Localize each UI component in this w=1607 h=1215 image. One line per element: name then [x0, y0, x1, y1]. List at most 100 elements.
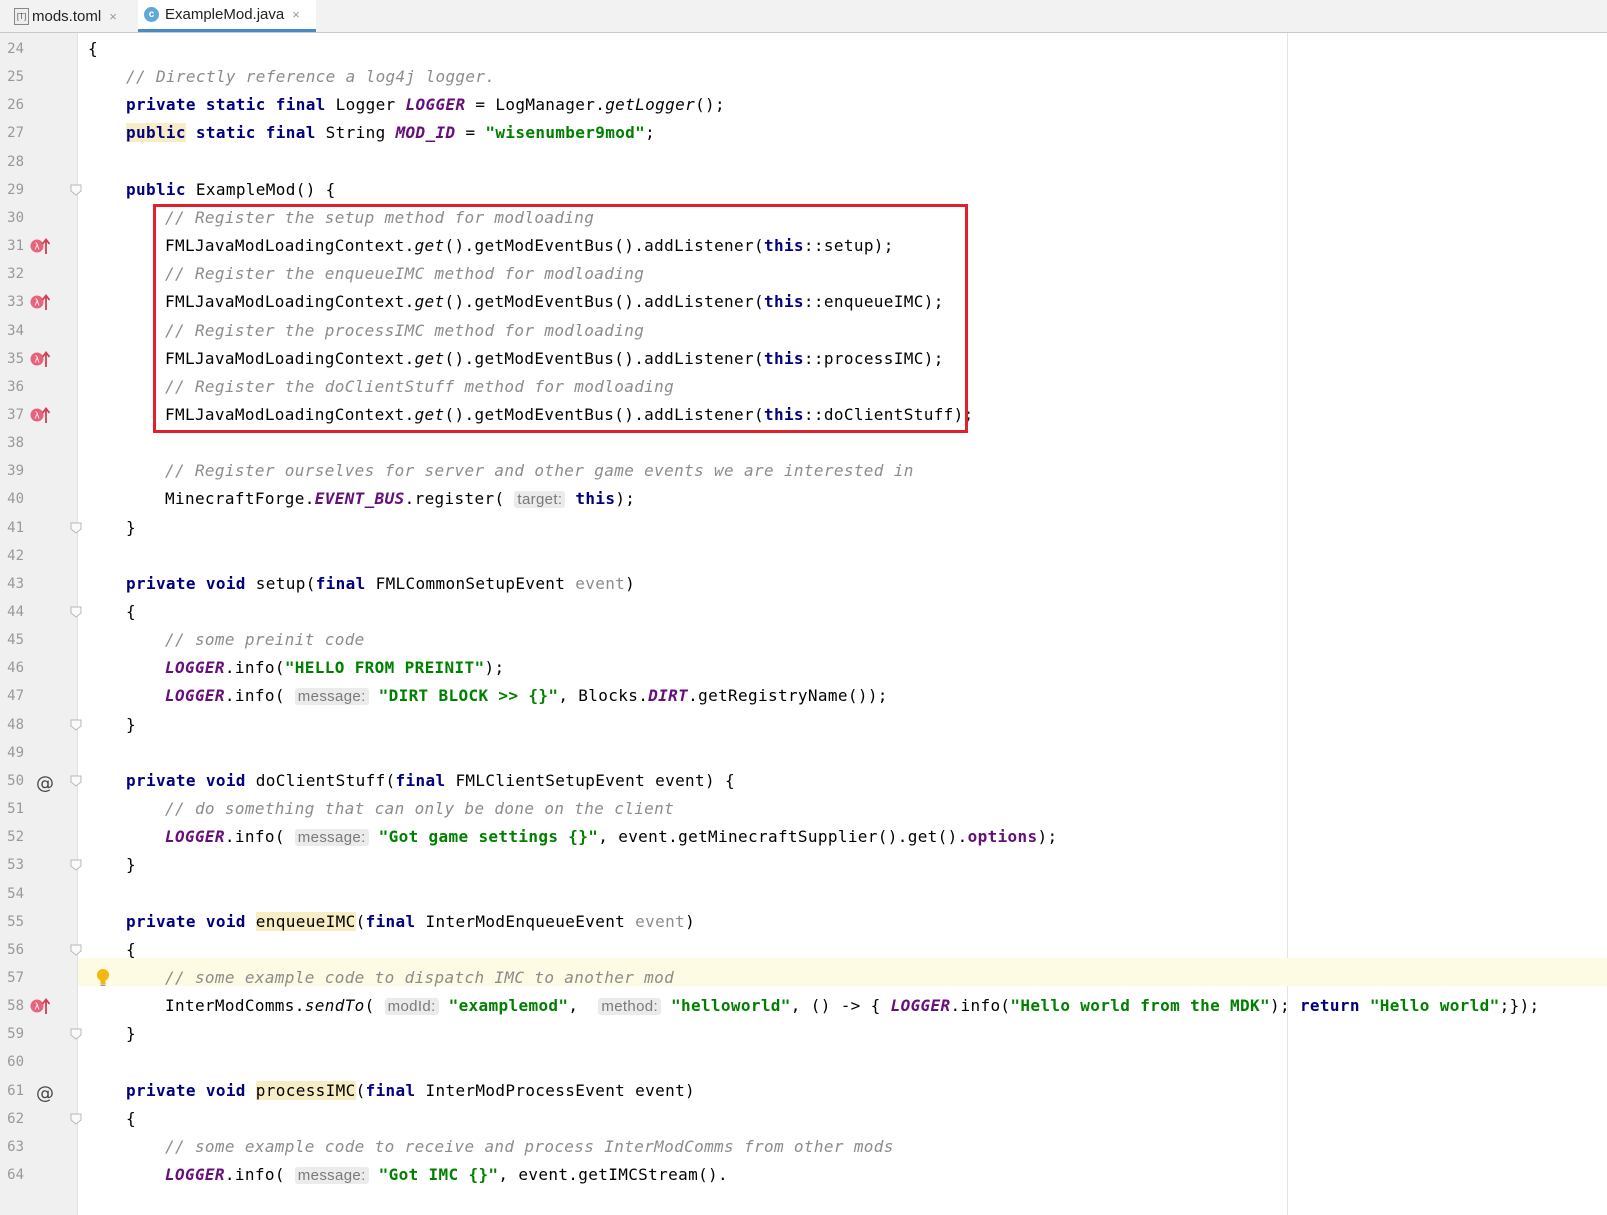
- code-line-49[interactable]: 49: [0, 739, 1607, 767]
- code-line-46[interactable]: 46 LOGGER.info("HELLO FROM PREINIT");: [0, 654, 1607, 682]
- code-line-63[interactable]: 63 // some example code to receive and pr…: [0, 1133, 1607, 1161]
- code-token: private void: [126, 573, 246, 593]
- code-token: }: [126, 714, 136, 734]
- fold-marker-icon[interactable]: [70, 1113, 82, 1125]
- code-line-62[interactable]: 62 {: [0, 1105, 1607, 1133]
- code-token: InterModEnqueueEvent: [415, 911, 636, 931]
- code-token: public: [126, 123, 186, 143]
- code-token: ): [685, 911, 696, 931]
- code-token: );: [1037, 827, 1058, 847]
- code-token: );: [484, 658, 505, 678]
- intention-bulb-icon[interactable]: [96, 968, 110, 988]
- code-token: "helloworld": [670, 996, 791, 1016]
- code-line-39[interactable]: 39 // Register ourselves for server and o…: [0, 457, 1607, 485]
- code-line-56[interactable]: 56 {: [0, 936, 1607, 964]
- code-line-64[interactable]: 64 LOGGER.info( message: "Got IMC {}", ev…: [0, 1161, 1607, 1189]
- code-line-58[interactable]: 58 λ InterModComms.sendTo( modId: "example…: [0, 992, 1607, 1020]
- code-line-54[interactable]: 54: [0, 880, 1607, 908]
- code-token: private void: [126, 770, 246, 790]
- code-line-43[interactable]: 43 private void setup(final FMLCommonSetu…: [0, 570, 1607, 598]
- line-number: 44: [7, 604, 24, 620]
- lambda-navigate-icon[interactable]: λ: [30, 350, 50, 368]
- code-line-48[interactable]: 48}: [0, 711, 1607, 739]
- lambda-navigate-icon[interactable]: λ: [30, 406, 50, 424]
- annotation-at-icon[interactable]: @: [36, 1080, 54, 1108]
- code-token: =: [455, 123, 486, 143]
- code-line-60[interactable]: 60: [0, 1048, 1607, 1076]
- code-line-50[interactable]: 50 @ private void doClientStuff(final FMLC…: [0, 767, 1607, 795]
- line-number: 39: [7, 463, 24, 480]
- code-token: , () -> {: [790, 996, 891, 1016]
- line-number: 62: [7, 1110, 24, 1127]
- code-text: // some example code to receive and proc…: [165, 1133, 894, 1161]
- line-number: 47: [7, 688, 24, 705]
- lambda-navigate-icon[interactable]: λ: [30, 997, 50, 1015]
- code-line-61[interactable]: 61 @ private void processIMC(final InterMo…: [0, 1077, 1607, 1105]
- fold-marker-icon[interactable]: [70, 775, 82, 787]
- code-line-57[interactable]: 57 // some example code to dispatch IMC t…: [0, 964, 1607, 992]
- fold-marker-icon[interactable]: [70, 944, 82, 956]
- close-icon[interactable]: ×: [109, 9, 117, 24]
- fold-marker-icon[interactable]: [70, 1028, 82, 1040]
- code-line-55[interactable]: 55 private void enqueueIMC(final InterMod…: [0, 908, 1607, 936]
- code-token: event: [635, 911, 686, 931]
- code-line-44[interactable]: 44 {: [0, 598, 1607, 626]
- code-text: private void setup(final FMLCommonSetupE…: [126, 570, 635, 598]
- code-token: , event.getMinecraftSupplier().get().: [598, 827, 968, 847]
- fold-marker-icon[interactable]: [70, 859, 82, 871]
- code-token: {: [126, 602, 136, 621]
- close-icon[interactable]: ×: [292, 7, 300, 22]
- line-number: 26: [7, 97, 24, 114]
- annotation-at-icon[interactable]: @: [36, 770, 54, 798]
- code-token: (: [355, 911, 366, 931]
- code-token: = LogManager.: [465, 95, 606, 115]
- code-line-27[interactable]: 27 public static final String MOD_ID = "w…: [0, 119, 1607, 147]
- tab-examplemod-java[interactable]: c ExampleMod.java ×: [138, 0, 316, 32]
- code-line-29[interactable]: 29 public ExampleMod() {: [0, 176, 1607, 204]
- code-token: .register(: [404, 489, 515, 509]
- line-number: 35: [7, 350, 24, 367]
- code-line-47[interactable]: 47 LOGGER.info( message: "DIRT BLOCK >> {…: [0, 682, 1607, 710]
- parameter-hint: message:: [294, 829, 369, 847]
- code-token: {: [126, 1108, 136, 1128]
- code-line-42[interactable]: 42: [0, 542, 1607, 570]
- code-token: .getRegistryName());: [688, 686, 888, 706]
- code-token: private void: [126, 1080, 246, 1100]
- code-line-53[interactable]: 53}: [0, 851, 1607, 879]
- java-class-icon: c: [144, 7, 159, 22]
- code-line-24[interactable]: 24 {: [0, 35, 1607, 63]
- fold-marker-icon[interactable]: [70, 719, 82, 731]
- code-text: public static final String MOD_ID = "wis…: [126, 119, 655, 147]
- fold-marker-icon[interactable]: [70, 184, 82, 196]
- line-number: 32: [7, 266, 24, 283]
- code-token: final: [395, 770, 446, 790]
- lambda-navigate-icon[interactable]: λ: [30, 237, 50, 255]
- code-token: .info(: [224, 686, 295, 706]
- code-text: // Register ourselves for server and oth…: [165, 457, 914, 485]
- code-line-40[interactable]: 40 MinecraftForge.EVENT_BUS.register( tar…: [0, 485, 1607, 513]
- code-text: InterModComms.sendTo( modId: "examplemod…: [165, 992, 1540, 1021]
- code-line-38[interactable]: 38: [0, 429, 1607, 457]
- code-line-41[interactable]: 41}: [0, 514, 1607, 542]
- code-text: // Directly reference a log4j logger.: [126, 63, 495, 91]
- code-token: String: [315, 123, 396, 143]
- code-line-45[interactable]: 45 // some preinit code: [0, 626, 1607, 654]
- code-text: LOGGER.info( message: "DIRT BLOCK >> {}"…: [165, 682, 888, 711]
- line-number: 53: [7, 857, 24, 874]
- fold-marker-icon[interactable]: [70, 606, 82, 618]
- tab-label: mods.toml: [32, 7, 102, 25]
- code-line-59[interactable]: 59}: [0, 1020, 1607, 1048]
- code-token: DIRT: [648, 686, 689, 706]
- code-token: final: [365, 911, 416, 931]
- fold-marker-icon[interactable]: [70, 522, 82, 534]
- lambda-navigate-icon[interactable]: λ: [30, 293, 50, 311]
- code-line-51[interactable]: 51 // do something that can only be done …: [0, 795, 1607, 823]
- code-text: }: [126, 851, 136, 879]
- tab-mods-toml[interactable]: [T] mods.toml ×: [8, 0, 123, 32]
- code-line-26[interactable]: 26 private static final Logger LOGGER = L…: [0, 91, 1607, 119]
- code-line-52[interactable]: 52 LOGGER.info( message: "Got game settin…: [0, 823, 1607, 851]
- code-line-28[interactable]: 28: [0, 148, 1607, 176]
- code-line-25[interactable]: 25 // Directly reference a log4j logger.: [0, 63, 1607, 91]
- line-number: 41: [7, 519, 24, 536]
